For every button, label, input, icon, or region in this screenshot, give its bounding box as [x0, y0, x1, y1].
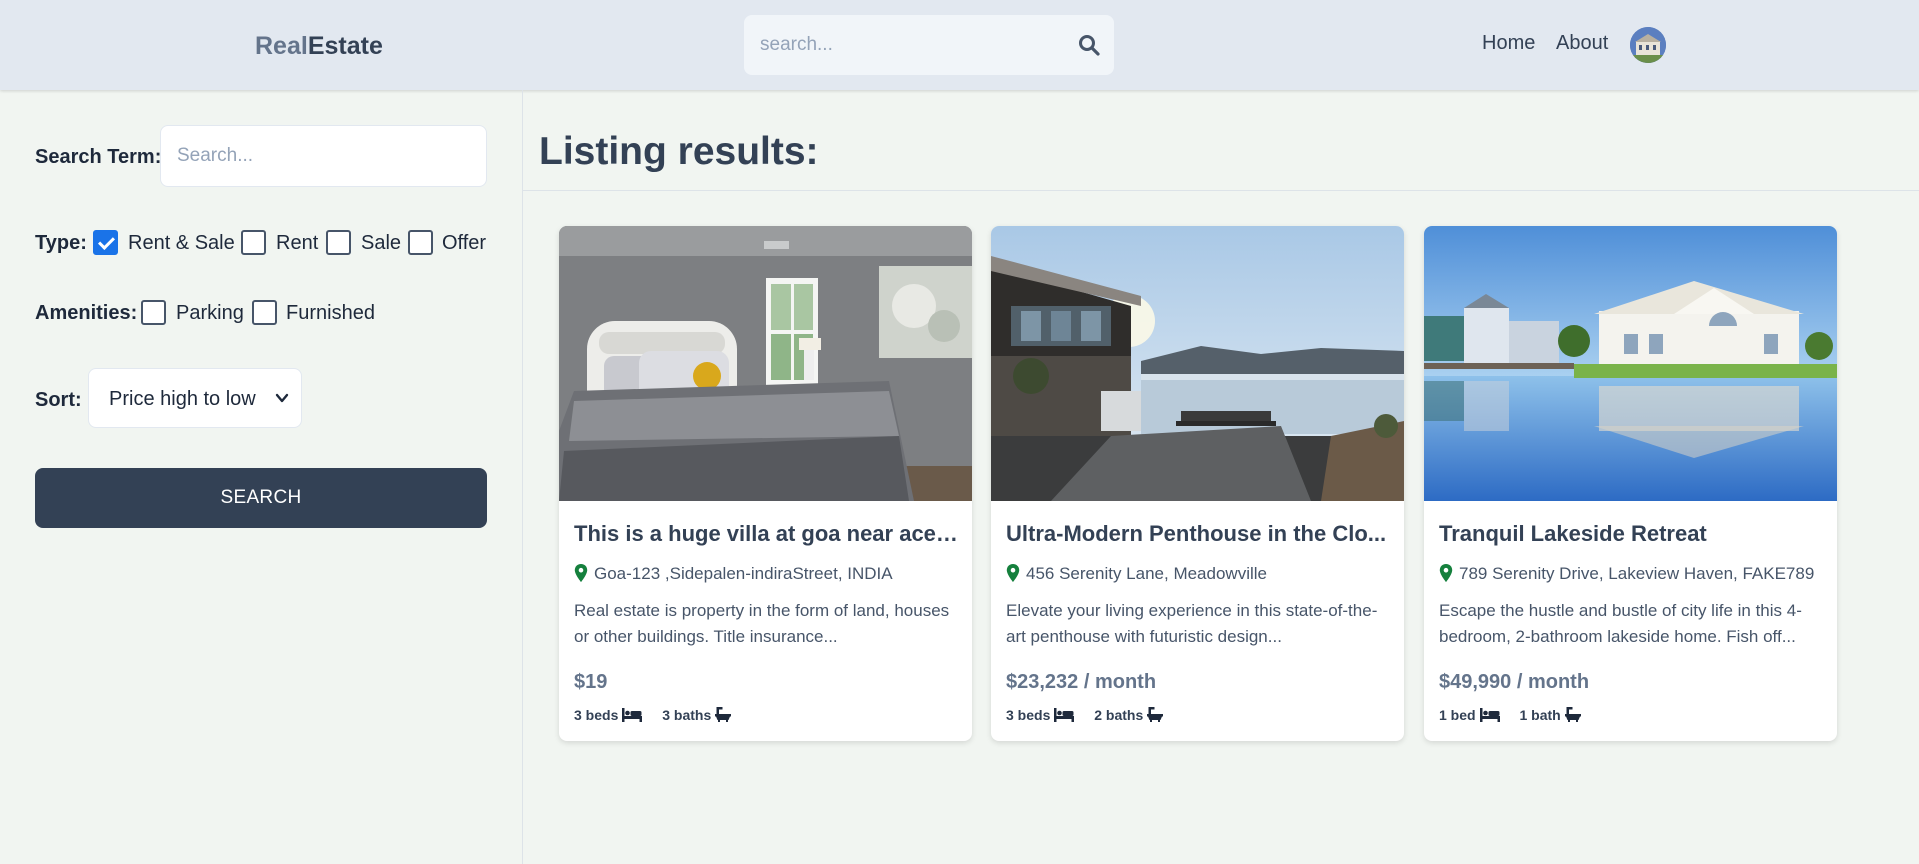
beds-info: 3 beds [1006, 707, 1075, 723]
listing-title[interactable]: Tranquil Lakeside Retreat [1439, 521, 1824, 547]
nav-home-link[interactable]: Home [1482, 32, 1535, 55]
bath-icon [1564, 707, 1581, 722]
listing-description: Real estate is property in the form of l… [574, 601, 950, 646]
listing-address-text: 789 Serenity Drive, Lakeview Haven, FAKE… [1459, 564, 1815, 583]
listing-title[interactable]: Ultra-Modern Penthouse in the Clo... [1006, 521, 1391, 547]
location-pin-icon [1006, 564, 1020, 582]
baths-info: 3 baths [662, 707, 732, 723]
type-label: Type: [35, 232, 87, 254]
type-rent-sale-checkbox[interactable] [93, 230, 118, 255]
listing-image[interactable] [1424, 226, 1837, 501]
type-sale-label: Sale [361, 232, 402, 254]
bed-icon [1479, 708, 1500, 722]
baths-info: 1 bath [1519, 707, 1581, 723]
sort-select[interactable]: Price high to low [88, 368, 302, 428]
listing-description: Elevate your living experience in this s… [1006, 601, 1378, 646]
header-search [744, 15, 1114, 75]
header-search-input[interactable] [760, 33, 1060, 57]
baths-count: 3 baths [662, 707, 712, 723]
page-title: Listing results: [539, 130, 819, 173]
listing-image[interactable] [559, 226, 972, 501]
type-rent-label: Rent [276, 232, 319, 254]
amenity-parking-checkbox[interactable] [141, 300, 166, 325]
type-offer-checkbox[interactable] [408, 230, 433, 255]
avatar-image [1630, 27, 1666, 63]
beds-count: 3 beds [574, 707, 619, 723]
listing-features: 3 beds 2 baths [1006, 707, 1179, 723]
divider [523, 190, 1919, 191]
type-rent-sale-label: Rent & Sale [128, 232, 235, 254]
sort-selected-value: Price high to low [109, 388, 256, 410]
listing-price: $49,990 / month [1439, 671, 1590, 693]
baths-count: 2 baths [1094, 707, 1144, 723]
listing-card[interactable]: This is a huge villa at goa near acean G… [559, 226, 972, 741]
avatar[interactable] [1630, 27, 1666, 63]
bed-icon [1054, 708, 1075, 722]
type-sale-checkbox[interactable] [326, 230, 351, 255]
bath-icon [1147, 707, 1164, 722]
beds-count: 1 bed [1439, 707, 1476, 723]
listing-address-text: 456 Serenity Lane, Meadowville [1026, 564, 1267, 583]
type-rent-checkbox[interactable] [241, 230, 266, 255]
header: RealEstate Home About [0, 0, 1919, 90]
listing-address: Goa-123 ,Sidepalen-indiraStreet, INDIA [574, 564, 964, 584]
type-offer-label: Offer [442, 232, 487, 254]
filter-sidebar: Search Term: Type: Rent & Sale Rent Sale… [0, 90, 523, 864]
logo-part-real: Real [255, 32, 308, 60]
listing-features: 3 beds 3 baths [574, 707, 747, 723]
beds-count: 3 beds [1006, 707, 1051, 723]
logo[interactable]: RealEstate [255, 32, 383, 61]
listing-title[interactable]: This is a huge villa at goa near acean [574, 521, 959, 547]
listing-card[interactable]: Ultra-Modern Penthouse in the Clo... 456… [991, 226, 1404, 741]
location-pin-icon [1439, 564, 1453, 582]
amenity-parking-label: Parking [176, 302, 244, 324]
amenity-furnished-label: Furnished [286, 302, 375, 324]
baths-count: 1 bath [1519, 707, 1561, 723]
listing-address-text: Goa-123 ,Sidepalen-indiraStreet, INDIA [594, 564, 893, 583]
listing-description: Escape the hustle and bustle of city lif… [1439, 601, 1802, 646]
listing-address: 456 Serenity Lane, Meadowville [1006, 564, 1396, 584]
chevron-down-icon [275, 393, 289, 403]
search-icon[interactable] [1077, 33, 1101, 57]
location-pin-icon [574, 564, 588, 582]
listing-image[interactable] [991, 226, 1404, 501]
beds-info: 3 beds [574, 707, 643, 723]
listing-card[interactable]: Tranquil Lakeside Retreat 789 Serenity D… [1424, 226, 1837, 741]
listing-price: $23,232 / month [1006, 671, 1157, 693]
listing-features: 1 bed 1 bath [1439, 707, 1597, 723]
listing-address: 789 Serenity Drive, Lakeview Haven, FAKE… [1439, 564, 1829, 584]
baths-info: 2 baths [1094, 707, 1164, 723]
bath-icon [715, 707, 732, 722]
search-term-label: Search Term: [35, 146, 162, 168]
bed-icon [622, 708, 643, 722]
search-term-input[interactable] [160, 125, 487, 187]
sort-label: Sort: [35, 389, 82, 411]
amenity-furnished-checkbox[interactable] [252, 300, 277, 325]
search-button[interactable]: SEARCH [35, 468, 487, 528]
logo-part-estate: Estate [307, 32, 383, 60]
beds-info: 1 bed [1439, 707, 1500, 723]
amenities-label: Amenities: [35, 302, 138, 324]
listing-price: $19 [574, 671, 608, 693]
nav-about-link[interactable]: About [1556, 32, 1608, 55]
